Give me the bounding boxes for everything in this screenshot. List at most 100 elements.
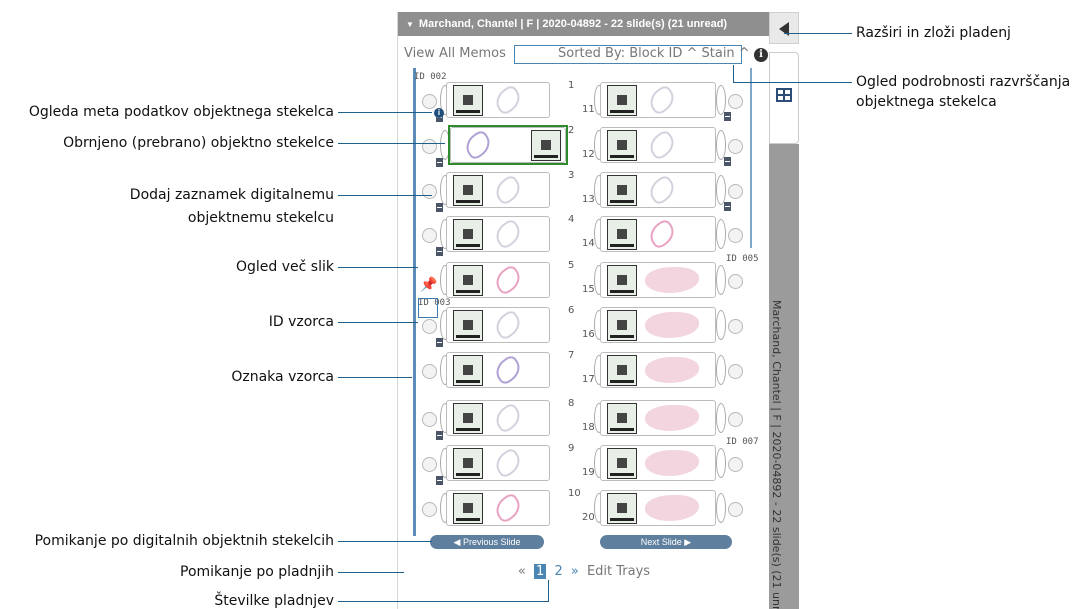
digital-slide[interactable] [600, 490, 716, 526]
digital-slide[interactable] [600, 82, 716, 118]
slide-select-radio[interactable] [728, 457, 743, 472]
edit-trays-link[interactable]: Edit Trays [587, 564, 650, 579]
tissue-thumbnail [491, 308, 525, 342]
bookmark-doc-icon[interactable] [436, 476, 443, 485]
slide-select-radio[interactable] [728, 94, 743, 109]
specimen-id-highlight [418, 298, 438, 318]
slot-number: 3 [568, 170, 575, 181]
bookmark-doc-icon[interactable] [436, 203, 443, 212]
bookmark-doc-icon[interactable] [436, 247, 443, 256]
slide-label-qr [453, 448, 483, 479]
leader-line-sort-details-vertical [733, 65, 734, 82]
digital-slide[interactable] [446, 352, 550, 388]
digital-slide[interactable] [600, 400, 716, 436]
callout-navigate-trays: Pomikanje po pladnjih [180, 564, 334, 580]
leader-line-flipped [338, 143, 445, 144]
pager-first-link[interactable]: « [518, 564, 526, 579]
slide-select-radio[interactable] [422, 364, 437, 379]
digital-slide[interactable] [600, 352, 716, 388]
slide-select-radio[interactable] [422, 94, 437, 109]
tissue-thumbnail [645, 83, 679, 117]
slide-select-radio[interactable] [422, 502, 437, 517]
slide-select-radio[interactable] [728, 502, 743, 517]
tissue-thumbnail [491, 83, 525, 117]
slot-number: 17 [582, 374, 595, 385]
digital-slide[interactable] [446, 172, 550, 208]
slide-select-radio[interactable] [422, 412, 437, 427]
slide-holder-right [716, 85, 726, 115]
slide-select-radio[interactable] [422, 457, 437, 472]
slide-metadata-info-icon[interactable]: i [434, 108, 444, 118]
slide-label-qr [453, 355, 483, 386]
previous-slide-button[interactable]: ◀ Previous Slide [430, 535, 544, 549]
digital-slide[interactable] [600, 445, 716, 481]
callout-expand: Razširi in zloži pladenj [856, 25, 1011, 41]
slide-select-radio[interactable] [728, 364, 743, 379]
slide-label-qr [607, 265, 637, 296]
digital-slide[interactable] [600, 127, 716, 163]
slide-select-radio[interactable] [422, 139, 437, 154]
expand-collapse-tray-button[interactable] [769, 12, 799, 44]
slot-number: 12 [582, 149, 595, 160]
slide-select-radio[interactable] [728, 412, 743, 427]
digital-slide[interactable] [600, 262, 716, 298]
tray-tab[interactable] [769, 52, 799, 144]
digital-slide[interactable] [446, 400, 550, 436]
digital-slide[interactable] [600, 216, 716, 252]
case-header[interactable]: ▼ Marchand, Chantel | F | 2020-04892 - 22… [398, 12, 770, 36]
digital-slide[interactable] [446, 262, 550, 298]
tray-page-2[interactable]: 2 [554, 564, 562, 579]
leader-line-sort-details [733, 82, 852, 83]
slide-select-radio[interactable] [422, 319, 437, 334]
sorted-by-control[interactable]: Sorted By: Block ID ^ Stain ^ [558, 46, 750, 61]
tray-page-1[interactable]: 1 [534, 564, 547, 579]
next-slide-button[interactable]: Next Slide ▶ [600, 535, 732, 549]
slide-label-qr [607, 448, 637, 479]
sort-info-icon[interactable]: i [754, 48, 768, 62]
bookmark-doc-icon[interactable] [436, 431, 443, 440]
specimen-label-bracket [413, 68, 416, 536]
digital-slide[interactable] [446, 445, 550, 481]
tissue-thumbnail [645, 357, 699, 383]
slot-number: 20 [582, 512, 595, 523]
collapse-caret-icon[interactable]: ▼ [406, 20, 414, 29]
slide-holder-right [716, 219, 726, 249]
slide-label-qr [607, 219, 637, 250]
slide-select-radio[interactable] [728, 274, 743, 289]
slide-label-qr [453, 219, 483, 250]
slide-select-radio[interactable] [422, 184, 437, 199]
digital-slide[interactable] [600, 307, 716, 343]
multi-image-pin-icon[interactable]: 📌 [420, 276, 437, 293]
bookmark-doc-icon[interactable] [724, 157, 731, 166]
slide-holder-right [716, 355, 726, 385]
slide-select-radio[interactable] [728, 139, 743, 154]
slide-label-qr [607, 403, 637, 434]
slide-select-radio[interactable] [728, 184, 743, 199]
digital-slide[interactable] [446, 307, 550, 343]
tissue-thumbnail [645, 405, 699, 431]
slide-select-radio[interactable] [728, 319, 743, 334]
slide-select-radio[interactable] [728, 228, 743, 243]
digital-slide[interactable] [446, 216, 550, 252]
leader-line-specimen-label [338, 377, 412, 378]
bookmark-doc-icon[interactable] [724, 202, 731, 211]
tissue-thumbnail [645, 217, 679, 251]
digital-slide[interactable] [446, 490, 550, 526]
slide-select-radio[interactable] [422, 228, 437, 243]
specimen-id-tag: ID 007 [726, 437, 759, 447]
slide-holder-right [716, 493, 726, 523]
slide-label-qr [453, 85, 483, 116]
slide-label-qr [453, 493, 483, 524]
bookmark-doc-icon[interactable] [436, 338, 443, 347]
digital-slide[interactable] [600, 172, 716, 208]
bookmark-doc-icon[interactable] [436, 158, 443, 167]
leader-line-navigate-slides [338, 541, 432, 542]
pager-last-link[interactable]: » [571, 564, 579, 579]
tissue-thumbnail [645, 128, 679, 162]
digital-slide[interactable] [446, 82, 550, 118]
leader-line-tray-numbers-vertical [548, 580, 549, 602]
bookmark-doc-icon[interactable] [724, 112, 731, 121]
tissue-thumbnail [491, 263, 525, 297]
slide-holder-right [716, 130, 726, 160]
view-all-memos-link[interactable]: View All Memos [404, 46, 506, 61]
